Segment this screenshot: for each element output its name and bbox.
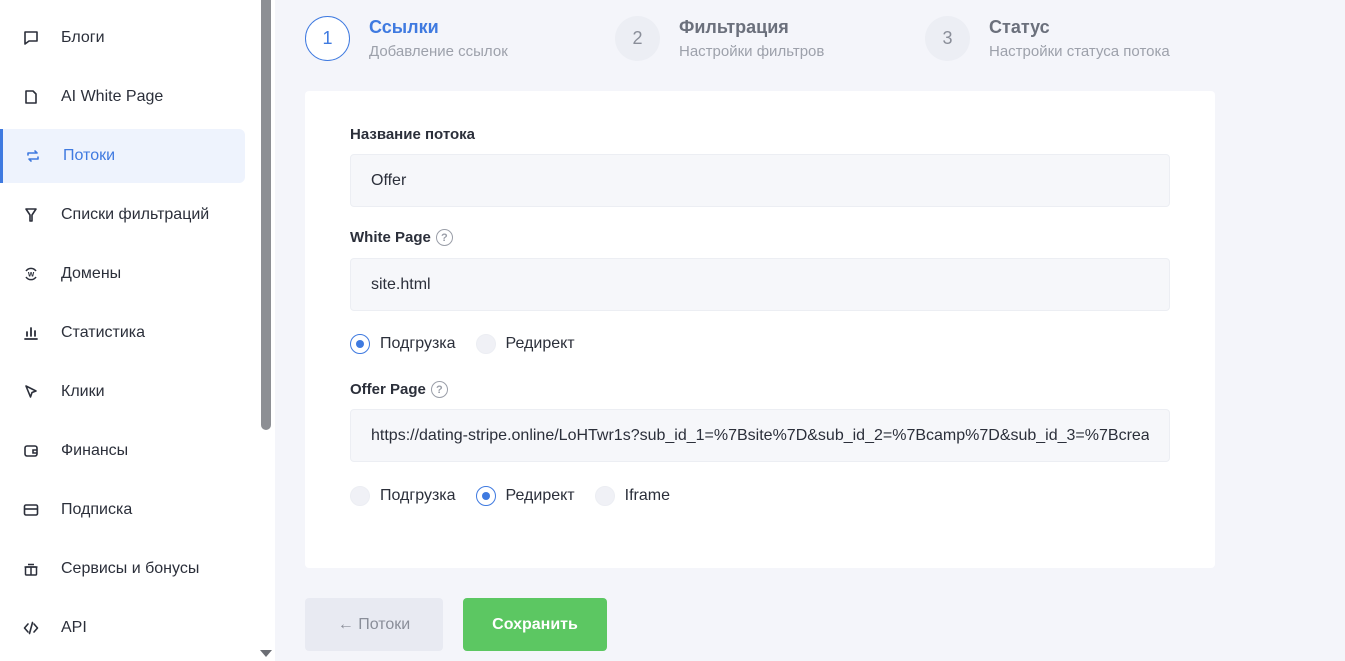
sidebar-item-statistics[interactable]: Статистика [2,306,247,360]
svg-text:W: W [28,272,35,279]
sidebar-item-label: Потоки [63,147,116,164]
step-number: 3 [925,16,970,61]
sidebar-item-label: Статистика [61,324,146,341]
sidebar-item-label: AI White Page [61,88,164,105]
wallet-icon [22,442,40,460]
sidebar-item-filter-lists[interactable]: Списки фильтраций [2,188,247,242]
offer-page-radio-load[interactable]: Подгрузка [350,486,456,506]
help-icon[interactable]: ? [435,229,453,246]
offer-page-label: Offer Page ? [350,381,448,398]
page-icon [22,88,40,106]
offer-page-input[interactable] [350,409,1170,462]
offer-page-radio-iframe[interactable]: Iframe [594,486,670,506]
step-status[interactable]: 3 Статус Настройки статуса потока [925,16,1170,61]
filter-icon [22,206,40,224]
bar-chart-icon [22,324,40,342]
scroll-down-arrow-icon[interactable] [260,650,272,657]
offer-page-mode-radios: Подгрузка Редирект Iframe [350,486,690,506]
step-title: Фильтрация [679,17,789,37]
sidebar: Блоги AI White Page Потоки Списки фильтр… [0,0,258,661]
sidebar-item-streams[interactable]: Потоки [0,129,245,183]
card-icon [22,501,40,519]
sidebar-item-domains[interactable]: W Домены [2,247,247,301]
step-number: 2 [615,16,660,61]
sidebar-item-subscription[interactable]: Подписка [2,483,247,537]
stream-name-input[interactable] [350,154,1170,207]
chat-icon [22,29,40,47]
white-page-radio-load[interactable]: Подгрузка [350,334,456,354]
white-page-label: White Page ? [350,229,453,246]
offer-page-radio-redirect[interactable]: Редирект [475,486,575,506]
sidebar-item-label: Клики [61,383,105,400]
save-button[interactable]: Сохранить [463,598,607,651]
step-subtitle: Настройки фильтров [679,43,825,60]
back-to-streams-button[interactable]: ← Потоки [305,598,443,651]
sidebar-item-label: Финансы [61,442,129,459]
cursor-icon [22,383,40,401]
sidebar-item-clicks[interactable]: Клики [2,365,247,419]
gift-icon [22,560,40,578]
help-icon[interactable]: ? [430,381,448,398]
sidebar-item-blogs[interactable]: Блоги [2,11,247,65]
sidebar-item-label: Блоги [61,29,105,46]
step-title: Статус [989,17,1050,37]
sidebar-item-ai-white-page[interactable]: AI White Page [2,70,247,124]
white-page-radio-redirect[interactable]: Редирект [475,334,575,354]
sidebar-item-services[interactable]: Сервисы и бонусы [2,542,247,596]
scrollbar-thumb[interactable] [261,0,271,430]
code-icon [22,619,40,637]
stream-name-label: Название потока [350,126,475,143]
radio-button[interactable] [594,486,615,506]
white-page-input[interactable] [350,258,1170,311]
sidebar-item-api[interactable]: API [2,601,247,655]
radio-button[interactable] [475,486,496,506]
stream-form-card: Название потока White Page ? Подгрузка Р… [305,91,1215,568]
step-number: 1 [305,16,350,61]
step-filtering[interactable]: 2 Фильтрация Настройки фильтров [615,16,824,61]
sidebar-item-label: Подписка [61,501,133,518]
step-subtitle: Настройки статуса потока [989,43,1170,60]
repeat-icon [24,147,42,165]
sidebar-scrollbar[interactable] [258,0,275,661]
step-subtitle: Добавление ссылок [369,43,508,60]
sidebar-item-label: Домены [61,265,122,282]
radio-button[interactable] [350,334,370,354]
step-links[interactable]: 1 Ссылки Добавление ссылок [305,16,508,61]
radio-button[interactable] [350,486,370,506]
sidebar-item-label: Сервисы и бонусы [61,560,200,577]
domain-icon: W [22,265,40,283]
sidebar-item-finance[interactable]: Финансы [2,424,247,478]
white-page-mode-radios: Подгрузка Редирект [350,334,595,354]
radio-button[interactable] [475,334,496,354]
step-title: Ссылки [369,17,439,37]
sidebar-item-label: Списки фильтраций [61,206,210,223]
sidebar-item-label: API [61,619,87,636]
